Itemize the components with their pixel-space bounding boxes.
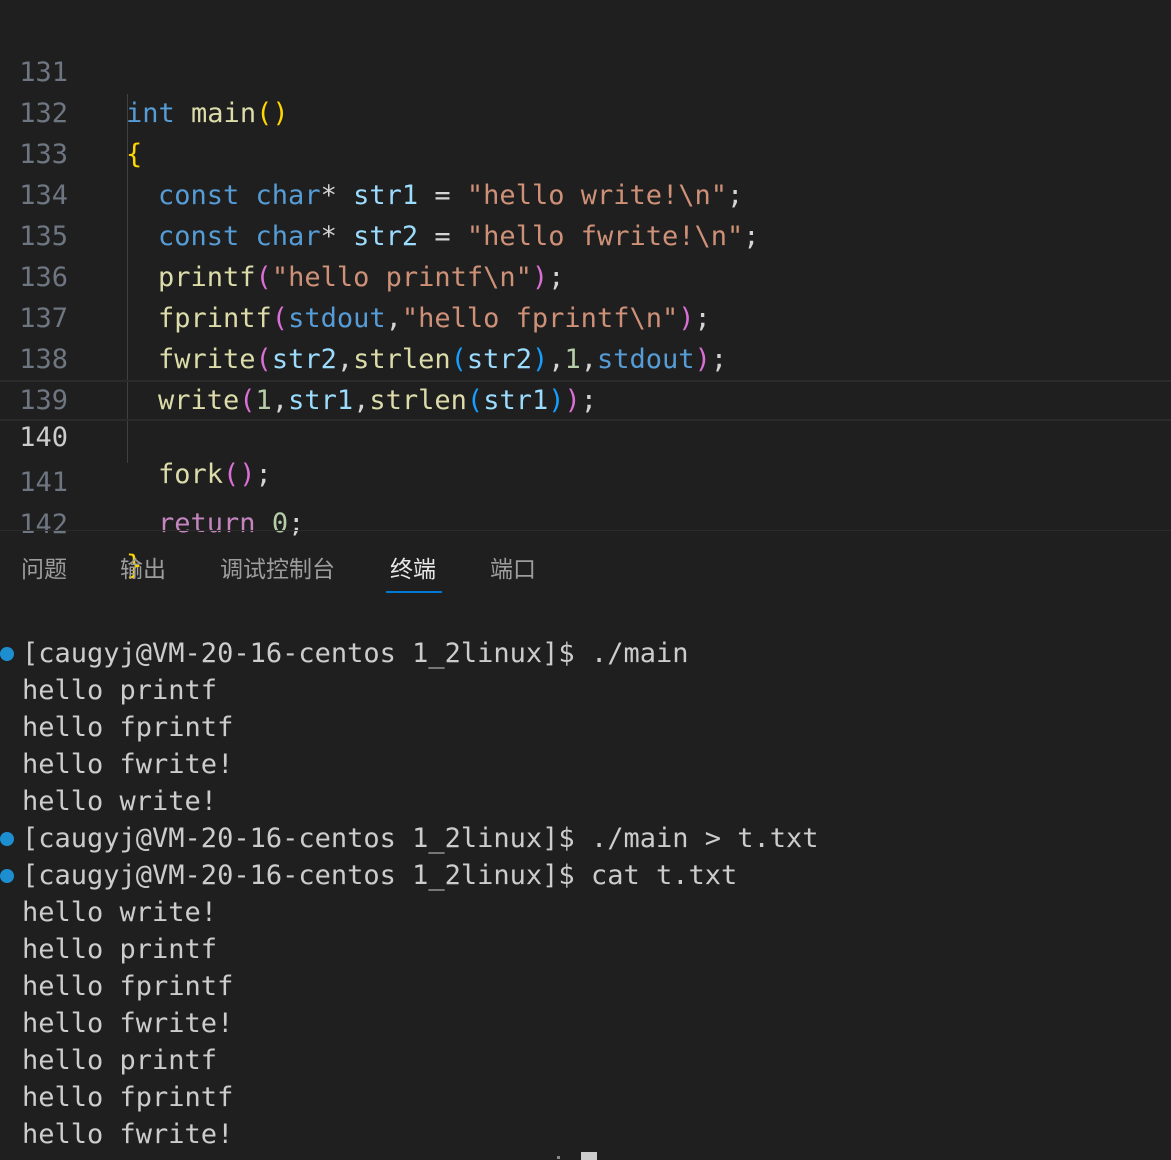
terminal-line: hello fprintf bbox=[22, 971, 234, 1002]
terminal-line: hello printf bbox=[22, 675, 218, 706]
code-line-142[interactable]: 142 } bbox=[0, 463, 1171, 581]
tab-ports[interactable]: 端口 bbox=[490, 555, 536, 585]
panel-tab-bar: 问题 输出 调试控制台 终端 端口 bbox=[0, 531, 1171, 601]
code-line-137[interactable]: 137 fwrite(str2,strlen(str2),1,stdout); bbox=[0, 257, 1171, 375]
terminal-line: [caugyj@VM-20-16-centos 1_2linux]$ cat t… bbox=[0, 857, 737, 894]
terminal-line: hello fprintf bbox=[22, 1082, 234, 1113]
code-line-138[interactable]: 138 write(1,str1,strlen(str1)); bbox=[0, 298, 1171, 416]
tab-terminal[interactable]: 终端 bbox=[390, 555, 436, 585]
code-editor[interactable]: 131 int main() 132 { 133 const char* str… bbox=[0, 0, 1171, 581]
tab-problems[interactable]: 问题 bbox=[21, 555, 67, 585]
terminal-line: hello fwrite! bbox=[22, 1008, 234, 1039]
command-decoration-dot-icon[interactable] bbox=[0, 647, 14, 661]
active-tab-indicator bbox=[386, 591, 442, 593]
tab-debug-console[interactable]: 调试控制台 bbox=[220, 555, 335, 585]
terminal-line: hello fwrite! bbox=[22, 1119, 234, 1150]
code-line-140-current[interactable]: 140 fork(); bbox=[0, 380, 1171, 490]
terminal-line: [caugyj@VM-20-16-centos 1_2linux]$ ./mai… bbox=[0, 820, 819, 857]
terminal-line: hello printf bbox=[22, 1045, 218, 1076]
code-line-134[interactable]: 134 const char* str2 = "hello fwrite!\n"… bbox=[0, 134, 1171, 252]
terminal-line: hello write! bbox=[22, 786, 218, 817]
command-decoration-dot-icon[interactable] bbox=[0, 832, 14, 846]
terminal-line: hello fprintf bbox=[22, 712, 234, 743]
terminal-cursor-trail bbox=[557, 1156, 560, 1159]
code-line-132[interactable]: 132 { bbox=[0, 52, 1171, 170]
terminal-cursor bbox=[581, 1152, 597, 1160]
code-line-136[interactable]: 136 fprintf(stdout,"hello fprintf\n"); bbox=[0, 216, 1171, 334]
code-line-141[interactable]: 141 return 0; bbox=[0, 421, 1171, 539]
code-line-135[interactable]: 135 printf("hello printf\n"); bbox=[0, 175, 1171, 293]
code-line-139[interactable]: 139 bbox=[0, 339, 1171, 416]
terminal-line: hello printf bbox=[22, 934, 218, 965]
tab-output[interactable]: 输出 bbox=[120, 555, 166, 585]
terminal-line: hello write! bbox=[22, 897, 218, 928]
command-decoration-dot-icon[interactable] bbox=[0, 869, 14, 883]
code-line-131[interactable]: 131 int main() bbox=[0, 11, 1171, 129]
code-line-133[interactable]: 133 const char* str1 = "hello write!\n"; bbox=[0, 93, 1171, 211]
terminal-line: [caugyj@VM-20-16-centos 1_2linux]$ ./mai… bbox=[0, 635, 688, 672]
terminal[interactable]: [caugyj@VM-20-16-centos 1_2linux]$ ./mai… bbox=[0, 601, 1171, 1160]
terminal-line: hello fwrite! bbox=[22, 749, 234, 780]
